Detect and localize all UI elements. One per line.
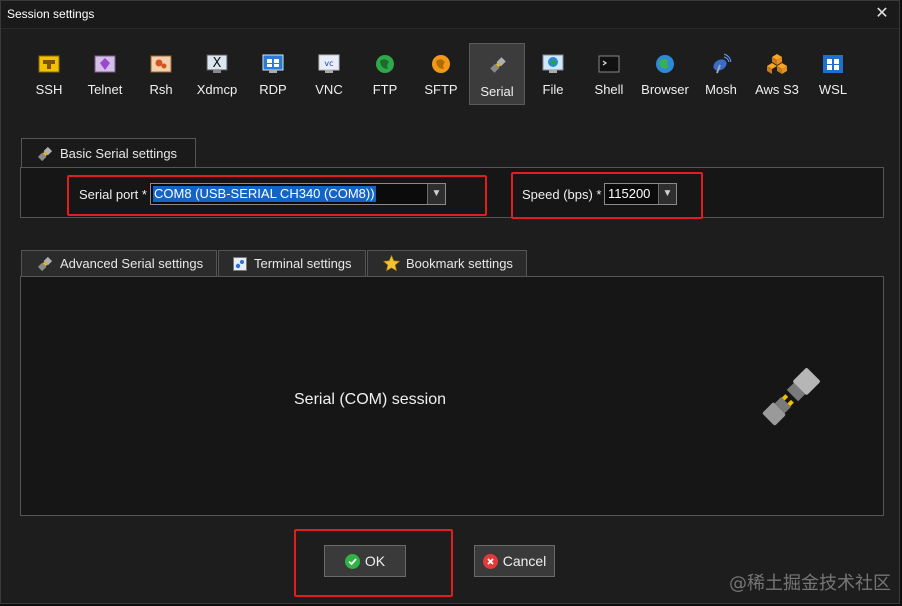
protocol-wsl[interactable]: WSL bbox=[805, 43, 861, 105]
serial-port-select[interactable]: COM8 (USB-SERIAL CH340 (COM8)) ▼ bbox=[150, 183, 446, 205]
ftp-icon bbox=[374, 53, 396, 75]
svg-text:vc: vc bbox=[324, 59, 333, 68]
protocol-aws-s3[interactable]: Aws S3 bbox=[749, 43, 805, 105]
serial-port-value: COM8 (USB-SERIAL CH340 (COM8)) bbox=[153, 186, 376, 202]
ok-button[interactable]: OK bbox=[324, 545, 406, 577]
protocol-label: VNC bbox=[315, 82, 343, 97]
tab-bookmark-settings[interactable]: Bookmark settings bbox=[367, 250, 527, 276]
protocol-ftp[interactable]: FTP bbox=[357, 43, 413, 105]
window-title: Session settings bbox=[7, 7, 95, 21]
check-circle-icon bbox=[344, 553, 360, 569]
speed-select[interactable]: 115200 ▼ bbox=[604, 183, 677, 205]
tab-advanced-serial-settings[interactable]: Advanced Serial settings bbox=[21, 250, 217, 276]
plug-icon bbox=[36, 255, 54, 273]
protocol-serial[interactable]: Serial bbox=[469, 43, 525, 105]
cancel-circle-icon bbox=[482, 553, 498, 569]
protocol-label: Aws S3 bbox=[755, 82, 799, 97]
close-button[interactable]: ✕ bbox=[873, 5, 891, 23]
ok-label: OK bbox=[364, 553, 386, 569]
protocol-rsh[interactable]: Rsh bbox=[133, 43, 189, 105]
tab-label: Basic Serial settings bbox=[60, 146, 178, 161]
session-description-panel bbox=[20, 276, 884, 516]
star-icon bbox=[382, 255, 400, 273]
serial-plug-icon bbox=[487, 54, 509, 76]
serial-plug-large-icon bbox=[757, 363, 825, 431]
tab-basic-serial-settings[interactable]: Basic Serial settings bbox=[21, 138, 196, 168]
chevron-down-icon: ▼ bbox=[427, 184, 445, 204]
mosh-antenna-icon bbox=[710, 53, 732, 75]
tab-label: Bookmark settings bbox=[406, 256, 513, 271]
protocol-label: File bbox=[542, 82, 564, 97]
telnet-icon bbox=[94, 53, 116, 75]
cancel-label: Cancel bbox=[502, 553, 547, 569]
rsh-icon bbox=[150, 53, 172, 75]
protocol-file[interactable]: File bbox=[525, 43, 581, 105]
svg-text:X: X bbox=[213, 56, 222, 71]
protocol-mosh[interactable]: Mosh bbox=[693, 43, 749, 105]
protocol-vnc[interactable]: vc VNC bbox=[301, 43, 357, 105]
wsl-icon bbox=[822, 53, 844, 75]
session-settings-dialog: Session settings ✕ SSH Telnet Rsh X Xdmc… bbox=[0, 0, 900, 604]
protocol-label: SFTP bbox=[424, 82, 458, 97]
watermark-text: @稀土掘金技术社区 bbox=[729, 573, 891, 594]
protocol-label: Browser bbox=[641, 82, 689, 97]
sftp-icon bbox=[430, 53, 452, 75]
protocol-label: Serial bbox=[480, 84, 514, 99]
aws-s3-icon bbox=[766, 53, 788, 75]
protocol-label: SSH bbox=[35, 82, 63, 97]
tab-label: Advanced Serial settings bbox=[60, 256, 204, 271]
browser-globe-icon bbox=[654, 53, 676, 75]
protocol-rdp[interactable]: RDP bbox=[245, 43, 301, 105]
protocol-shell[interactable]: Shell bbox=[581, 43, 637, 105]
protocol-label: Xdmcp bbox=[196, 82, 238, 97]
protocol-label: Rsh bbox=[149, 82, 173, 97]
protocol-ssh[interactable]: SSH bbox=[21, 43, 77, 105]
chevron-down-icon: ▼ bbox=[658, 184, 676, 204]
protocol-label: FTP bbox=[372, 82, 398, 97]
protocol-sftp[interactable]: SFTP bbox=[413, 43, 469, 105]
vnc-icon: vc bbox=[318, 53, 340, 75]
close-icon: ✕ bbox=[875, 5, 889, 22]
tab-terminal-settings[interactable]: Terminal settings bbox=[218, 250, 366, 276]
rdp-icon bbox=[262, 53, 284, 75]
protocol-label: Shell bbox=[594, 82, 624, 97]
xdmcp-icon: X bbox=[206, 53, 228, 75]
cancel-button[interactable]: Cancel bbox=[474, 545, 555, 577]
protocol-toolbar: SSH Telnet Rsh X Xdmcp RDP vc VNC FTP SF… bbox=[21, 43, 861, 105]
protocol-label: Mosh bbox=[705, 82, 737, 97]
session-type-text: Serial (COM) session bbox=[294, 391, 447, 408]
tab-label: Terminal settings bbox=[254, 256, 352, 271]
protocol-xdmcp[interactable]: X Xdmcp bbox=[189, 43, 245, 105]
plug-icon bbox=[36, 145, 54, 163]
shell-icon bbox=[598, 53, 620, 75]
terminal-settings-icon bbox=[232, 255, 248, 273]
protocol-telnet[interactable]: Telnet bbox=[77, 43, 133, 105]
speed-value: 115200 bbox=[608, 186, 651, 201]
protocol-label: Telnet bbox=[87, 82, 123, 97]
file-icon bbox=[542, 53, 564, 75]
serial-port-label: Serial port * bbox=[79, 187, 147, 202]
protocol-label: WSL bbox=[818, 82, 848, 97]
protocol-browser[interactable]: Browser bbox=[637, 43, 693, 105]
ssh-key-icon bbox=[38, 53, 60, 75]
speed-label: Speed (bps) * bbox=[522, 187, 602, 202]
title-bar: Session settings ✕ bbox=[1, 1, 899, 29]
protocol-label: RDP bbox=[259, 82, 287, 97]
